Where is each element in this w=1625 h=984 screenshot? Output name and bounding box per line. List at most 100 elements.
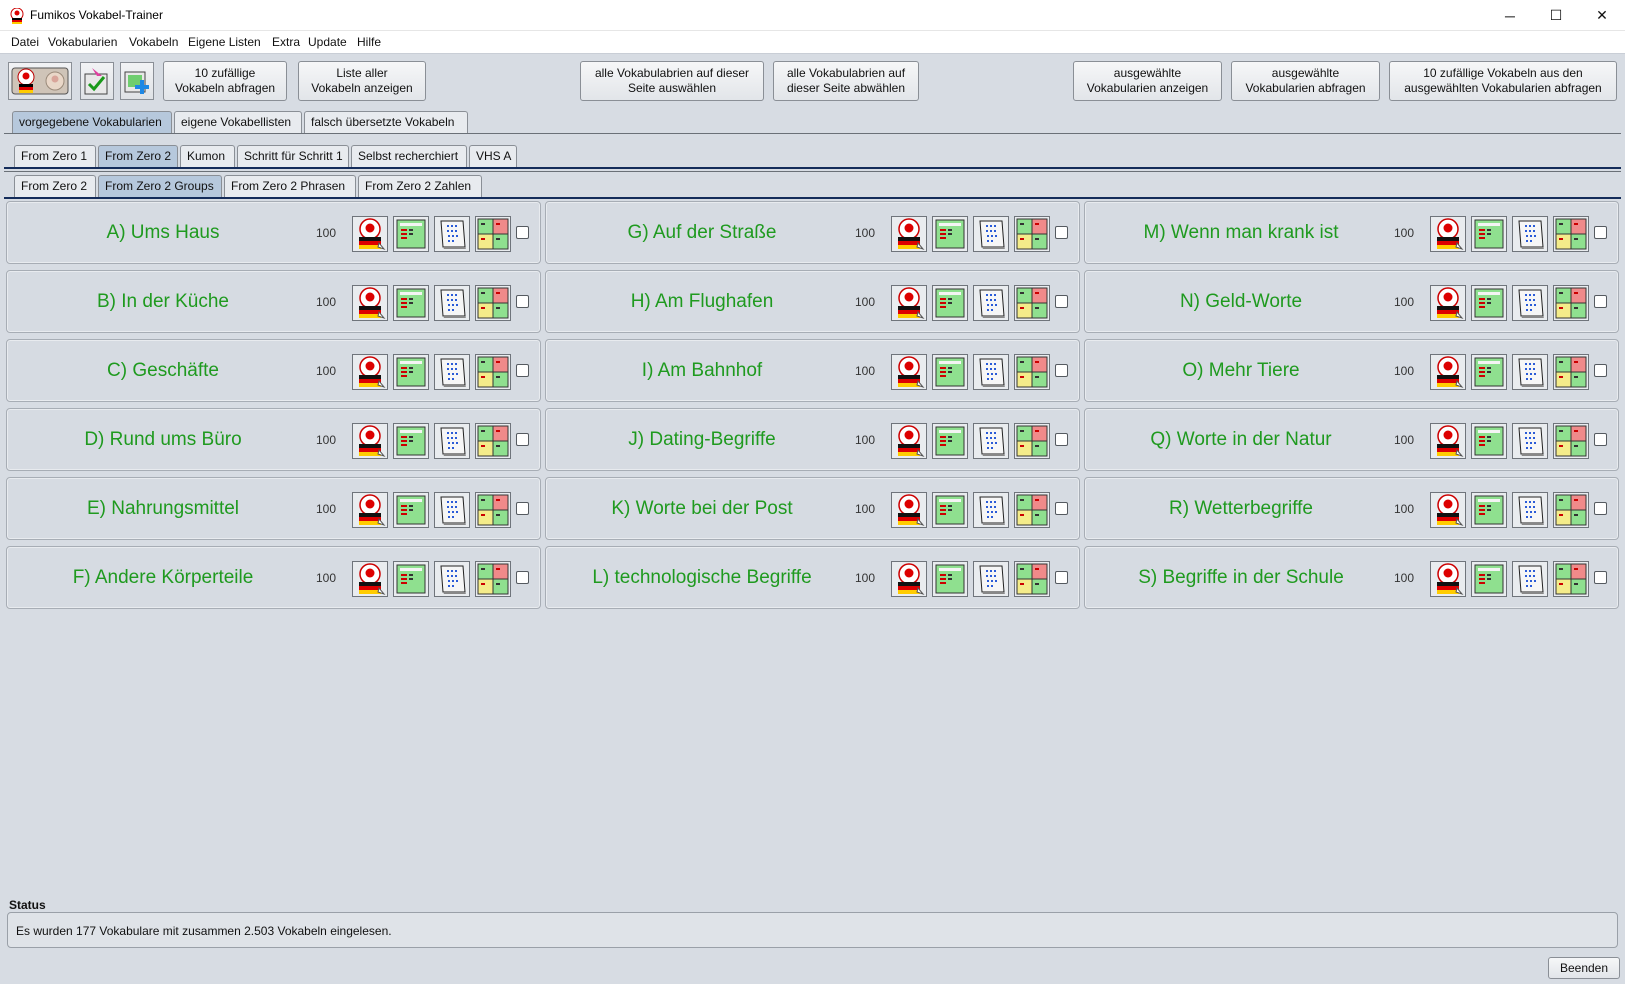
vocab-list-checkbox[interactable] [1594,433,1607,446]
learn-button[interactable] [973,216,1009,252]
random-ten-quiz-button[interactable]: 10 zufällige Vokabeln abfragen [163,61,287,101]
quiz-button[interactable] [891,492,927,528]
quiz-button[interactable] [1430,423,1466,459]
menu-datei[interactable]: Datei [11,35,39,49]
vocab-list-checkbox[interactable] [1055,502,1068,515]
vocab-list-checkbox[interactable] [1594,571,1607,584]
learn-button[interactable] [434,285,470,321]
tab-sub-from-zero-2-groups[interactable]: From Zero 2 Groups [98,175,222,197]
quiz-button[interactable] [891,285,927,321]
statistics-button[interactable] [1014,354,1050,390]
quiz-button[interactable] [352,354,388,390]
quiz-button[interactable] [352,423,388,459]
learn-button[interactable] [973,423,1009,459]
quiz-button[interactable] [891,561,927,597]
tab-from-zero-1[interactable]: From Zero 1 [14,145,96,167]
statistics-button[interactable] [475,423,511,459]
show-vocab-button[interactable] [1471,285,1507,321]
learn-button[interactable] [434,216,470,252]
vocab-list-name[interactable]: G) Auf der Straße [546,222,858,244]
learn-button[interactable] [1512,423,1548,459]
show-vocab-button[interactable] [1471,423,1507,459]
vocab-list-name[interactable]: S) Begriffe in der Schule [1085,567,1397,589]
quiz-button[interactable] [891,216,927,252]
vocab-list-name[interactable]: A) Ums Haus [7,222,319,244]
maximize-button[interactable]: ☐ [1533,0,1579,31]
vocab-list-name[interactable]: M) Wenn man krank ist [1085,222,1397,244]
quiz-button[interactable] [891,354,927,390]
show-vocab-button[interactable] [1471,354,1507,390]
learn-button[interactable] [1512,216,1548,252]
vocab-list-name[interactable]: N) Geld-Worte [1085,291,1397,313]
vocab-list-checkbox[interactable] [1594,295,1607,308]
menu-update[interactable]: Update [308,35,347,49]
statistics-button[interactable] [1553,285,1589,321]
close-button[interactable]: ✕ [1579,0,1625,31]
learn-button[interactable] [434,492,470,528]
quiz-button[interactable] [1430,216,1466,252]
statistics-button[interactable] [1553,216,1589,252]
statistics-button[interactable] [475,354,511,390]
show-vocab-button[interactable] [393,423,429,459]
learn-button[interactable] [1512,285,1548,321]
quiz-button[interactable] [1430,492,1466,528]
show-vocab-button[interactable] [393,354,429,390]
menu-vokabeln[interactable]: Vokabeln [129,35,178,49]
show-vocab-button[interactable] [393,492,429,528]
vocab-list-checkbox[interactable] [1055,433,1068,446]
vocab-list-checkbox[interactable] [1594,502,1607,515]
vocab-list-name[interactable]: F) Andere Körperteile [7,567,319,589]
quiz-start-button[interactable] [8,62,72,100]
menu-vokabularien[interactable]: Vokabularien [48,35,117,49]
vocab-list-name[interactable]: B) In der Küche [7,291,319,313]
statistics-button[interactable] [475,561,511,597]
statistics-button[interactable] [1014,561,1050,597]
minimize-button[interactable]: ─ [1487,0,1533,31]
vocab-list-checkbox[interactable] [516,295,529,308]
quiz-button[interactable] [1430,354,1466,390]
vocab-list-checkbox[interactable] [516,433,529,446]
vocab-list-checkbox[interactable] [516,571,529,584]
learn-button[interactable] [973,354,1009,390]
show-vocab-button[interactable] [1471,561,1507,597]
statistics-button[interactable] [475,285,511,321]
menu-eigene-listen[interactable]: Eigene Listen [188,35,261,49]
learn-button[interactable] [434,354,470,390]
tab-vhs-a[interactable]: VHS A [469,145,517,167]
show-vocab-button[interactable] [1471,216,1507,252]
vocab-list-checkbox[interactable] [1055,364,1068,377]
vocab-list-name[interactable]: L) technologische Begriffe [546,567,858,589]
vocab-list-name[interactable]: O) Mehr Tiere [1085,360,1397,382]
statistics-button[interactable] [1014,216,1050,252]
quiz-button[interactable] [891,423,927,459]
tab-falsch-uebersetzte-vokabeln[interactable]: falsch übersetzte Vokabeln [304,111,468,133]
quiz-button[interactable] [1430,561,1466,597]
statistics-button[interactable] [1014,492,1050,528]
vocab-list-checkbox[interactable] [1594,226,1607,239]
statistics-button[interactable] [1553,354,1589,390]
learn-button[interactable] [1512,492,1548,528]
vocab-list-name[interactable]: R) Wetterbegriffe [1085,498,1397,520]
learn-button[interactable] [434,423,470,459]
vocab-list-name[interactable]: E) Nahrungsmittel [7,498,319,520]
show-vocab-button[interactable] [932,354,968,390]
learn-button[interactable] [973,285,1009,321]
quiz-selected-button[interactable]: ausgewählte Vokabularien abfragen [1231,61,1380,101]
show-vocab-button[interactable] [393,561,429,597]
show-vocab-button[interactable] [932,285,968,321]
vocab-list-name[interactable]: C) Geschäfte [7,360,319,382]
vocab-list-name[interactable]: K) Worte bei der Post [546,498,858,520]
add-list-button[interactable] [120,62,154,100]
menu-hilfe[interactable]: Hilfe [357,35,381,49]
show-vocab-button[interactable] [932,423,968,459]
quit-button[interactable]: Beenden [1548,957,1620,979]
vocab-list-checkbox[interactable] [1594,364,1607,377]
vocab-list-checkbox[interactable] [1055,226,1068,239]
tab-vorgegebene-vokabularien[interactable]: vorgegebene Vokabularien [12,111,172,133]
quiz-button[interactable] [352,492,388,528]
learn-button[interactable] [973,561,1009,597]
learn-button[interactable] [1512,561,1548,597]
tab-eigene-vokabellisten[interactable]: eigene Vokabellisten [174,111,302,133]
learn-button[interactable] [973,492,1009,528]
statistics-button[interactable] [475,216,511,252]
